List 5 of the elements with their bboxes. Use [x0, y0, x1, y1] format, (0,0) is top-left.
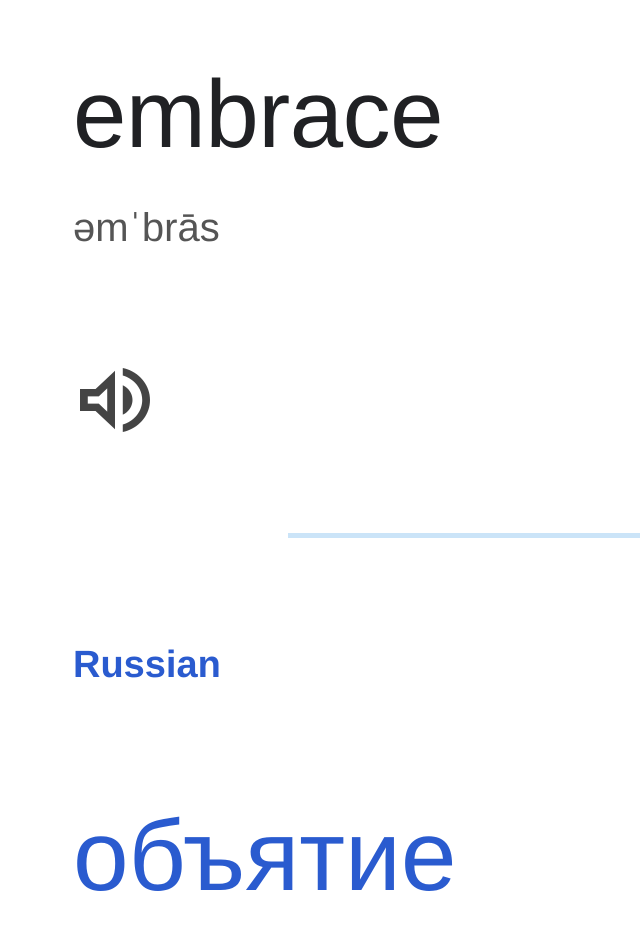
translated-word: объятие [73, 801, 458, 914]
phonetic-spelling: əmˈbrās [73, 206, 221, 251]
headword: embrace [73, 61, 444, 168]
language-label: Russian [73, 644, 222, 686]
speaker-icon[interactable] [80, 368, 150, 432]
